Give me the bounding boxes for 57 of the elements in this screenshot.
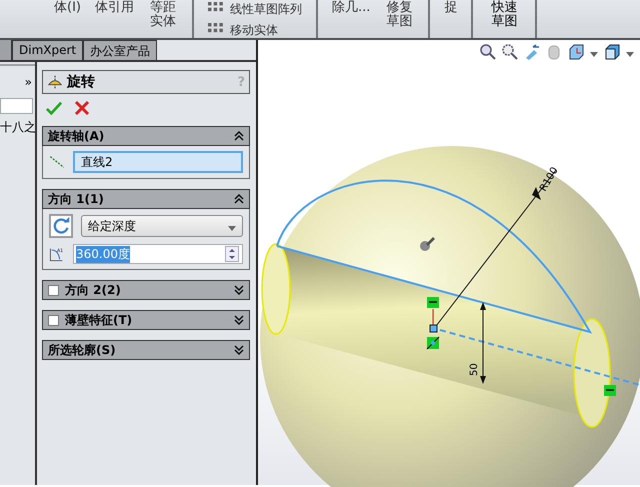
coincident-marker-icon[interactable] (426, 336, 440, 350)
view-orientation-icon[interactable] (568, 44, 584, 60)
axis-line-icon (49, 154, 65, 170)
pencil-cursor-icon (420, 237, 435, 251)
checkbox[interactable] (48, 314, 59, 326)
toolbar-button[interactable]: 捉 (444, 0, 458, 15)
close-icon[interactable] (74, 100, 90, 116)
toolbar-button[interactable]: 快速草图 (487, 0, 522, 29)
expand-chevron-icon[interactable] (233, 345, 245, 355)
section-header[interactable]: 旋转轴(A) (42, 126, 250, 146)
tab-stub[interactable] (0, 40, 12, 60)
section-title: 薄壁特征(T) (65, 312, 134, 328)
collapse-toggle[interactable]: » (24, 75, 32, 89)
section-title: 旋转轴(A) (48, 128, 106, 144)
check-icon[interactable] (46, 100, 62, 116)
tree-item[interactable]: 十八之 (0, 119, 35, 136)
section-title: 方向 1(1) (48, 190, 105, 208)
section-header[interactable]: 方向 1(1) (42, 189, 250, 209)
zoom-area-icon[interactable] (502, 44, 518, 60)
toolbar-label[interactable]: 移动实体 (230, 22, 278, 38)
spinner-arrows-icon (224, 246, 240, 262)
expand-chevron-icon[interactable] (233, 315, 245, 325)
filter-field[interactable] (0, 98, 33, 114)
zoom-fit-icon[interactable] (480, 44, 496, 60)
toolbar-label[interactable]: 线性草图阵列 (230, 1, 302, 18)
section-title: 方向 2(2) (65, 282, 122, 298)
section-header[interactable]: 薄壁特征(T) (42, 310, 250, 330)
toolbar-button[interactable]: 等距实体 (148, 0, 178, 29)
constraint-marker-icon[interactable] (604, 385, 616, 396)
toolbar-button[interactable]: 修复草图 (384, 0, 414, 29)
relation-line (432, 308, 434, 326)
caret-icon (590, 52, 598, 56)
section-header[interactable]: 所选轮廓(S) (42, 340, 250, 360)
constraint-marker-icon[interactable] (427, 297, 439, 308)
section-title: 所选轮廓(S) (48, 342, 117, 358)
end-condition-dropdown[interactable]: 给定深度 (81, 215, 243, 237)
collapse-chevron-icon[interactable] (233, 194, 245, 204)
caret-icon (626, 52, 634, 56)
toolbar-button[interactable]: 体引用 (94, 0, 134, 15)
section-header[interactable]: 方向 2(2) (42, 280, 250, 300)
sketch-point[interactable] (430, 324, 438, 332)
dimension-text[interactable]: 50 (469, 363, 480, 376)
display-style-icon[interactable] (604, 44, 620, 60)
panel-title: 旋转 (67, 73, 96, 91)
revolve-icon (47, 74, 63, 90)
selection-field[interactable]: 直线2 (73, 151, 243, 173)
expand-chevron-icon[interactable] (233, 285, 245, 295)
collapse-chevron-icon[interactable] (233, 131, 245, 141)
checkbox[interactable] (48, 284, 59, 296)
tab[interactable]: 办公室产品 (83, 40, 158, 60)
linear-dimension[interactable]: 50 (469, 302, 486, 384)
previous-view-icon[interactable] (524, 44, 540, 60)
rotate-arrow-icon[interactable] (49, 214, 73, 238)
caret-icon (228, 226, 236, 230)
tab[interactable]: DimXpert (12, 40, 84, 60)
toolbar-button[interactable]: 除几... (332, 0, 370, 15)
toolbar-button[interactable]: 体(I) (54, 0, 81, 15)
